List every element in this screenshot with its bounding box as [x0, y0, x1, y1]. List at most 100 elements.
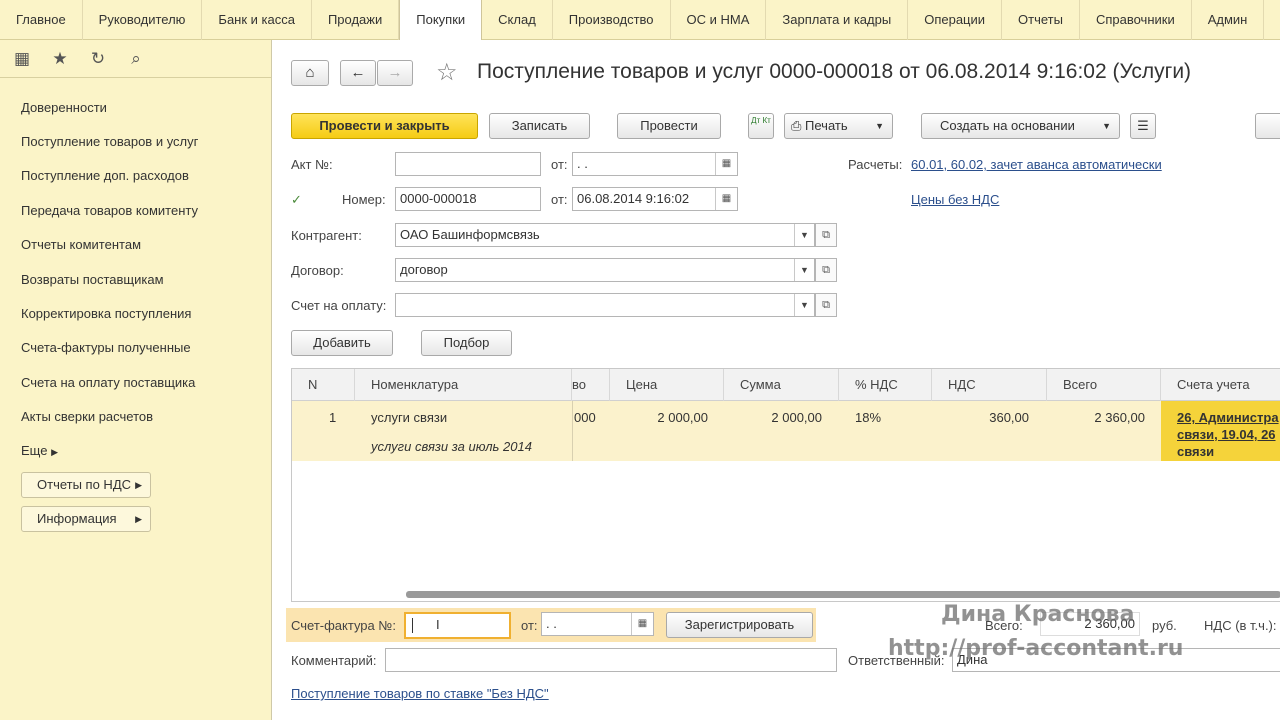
sidebar-item-invoices-received[interactable]: Счета-фактуры полученные: [21, 340, 191, 355]
save-button[interactable]: Записать: [489, 113, 590, 139]
menu-purchases[interactable]: Покупки: [399, 0, 483, 40]
open-contract-button[interactable]: ⧉: [815, 258, 837, 282]
page-title: Поступление товаров и услуг 0000-000018 …: [477, 60, 1192, 83]
document-icon: ☰: [1137, 118, 1149, 133]
back-button[interactable]: ←: [340, 60, 376, 86]
row-vat[interactable]: 360,00: [932, 410, 1029, 425]
act-date-label: от:: [551, 157, 568, 172]
row-sum[interactable]: 2 000,00: [724, 410, 822, 425]
settlements-link[interactable]: 60.01, 60.02, зачет аванса автоматически: [911, 157, 1162, 172]
no-vat-receipt-link[interactable]: Поступление товаров по ставке "Без НДС": [291, 686, 549, 701]
calendar-icon[interactable]: ▦: [715, 153, 737, 175]
payment-invoice-input[interactable]: ▼: [395, 293, 815, 317]
add-row-button[interactable]: Добавить: [291, 330, 393, 356]
row-item-description[interactable]: услуги связи за июль 2014: [371, 439, 532, 454]
act-date-input[interactable]: . . ▦: [572, 152, 738, 176]
horizontal-scrollbar[interactable]: [406, 591, 1280, 598]
comment-input[interactable]: [385, 648, 837, 672]
more-actions-button[interactable]: [1255, 113, 1280, 139]
col-nomenclature[interactable]: Номенклатура: [355, 369, 572, 401]
col-quantity[interactable]: во: [572, 369, 610, 401]
menu-reports[interactable]: Отчеты: [1002, 0, 1080, 40]
chevron-down-icon[interactable]: ▼: [794, 294, 814, 316]
post-button[interactable]: Провести: [617, 113, 721, 139]
history-icon[interactable]: ↻: [88, 49, 108, 69]
dt-kt-button[interactable]: Дт Кт: [748, 113, 774, 139]
open-payment-invoice-button[interactable]: ⧉: [815, 293, 837, 317]
sidebar-item-supplier-bills[interactable]: Счета на оплату поставщика: [21, 375, 195, 390]
prices-without-vat-link[interactable]: Цены без НДС: [911, 192, 999, 207]
col-sum[interactable]: Сумма: [724, 369, 839, 401]
payment-invoice-label: Счет на оплату:: [291, 298, 387, 313]
grid-icon[interactable]: ▦: [12, 49, 32, 69]
menu-fixed-assets[interactable]: ОС и НМА: [671, 0, 767, 40]
menu-catalogs[interactable]: Справочники: [1080, 0, 1192, 40]
contract-input[interactable]: договор ▼: [395, 258, 815, 282]
row-accounts-line-1: 26, Администра: [1177, 410, 1279, 425]
post-and-close-button[interactable]: Провести и закрыть: [291, 113, 478, 139]
forward-button[interactable]: →: [377, 60, 413, 86]
col-price[interactable]: Цена: [610, 369, 724, 401]
row-vat-rate[interactable]: 18%: [855, 410, 881, 425]
contractor-input[interactable]: ОАО Башинформсвязь ▼: [395, 223, 815, 247]
menu-warehouse[interactable]: Склад: [482, 0, 553, 40]
sidebar-item-goods-receipt[interactable]: Поступление товаров и услуг: [21, 134, 198, 149]
chevron-down-icon: ▼: [1102, 121, 1111, 131]
home-button[interactable]: ⌂: [291, 60, 329, 86]
home-icon: ⌂: [305, 64, 315, 81]
sidebar-item-proxies[interactable]: Доверенности: [21, 100, 107, 115]
menu-production[interactable]: Производство: [553, 0, 671, 40]
act-date-value: . .: [577, 156, 588, 171]
menu-admin[interactable]: Админ: [1192, 0, 1265, 40]
chevron-down-icon[interactable]: ▼: [794, 259, 814, 281]
calendar-icon[interactable]: ▦: [631, 613, 653, 635]
menu-manager[interactable]: Руководителю: [83, 0, 203, 40]
row-total[interactable]: 2 360,00: [1047, 410, 1145, 425]
col-vat[interactable]: НДС: [932, 369, 1047, 401]
sidebar-item-more[interactable]: Еще ▶: [21, 443, 58, 458]
chevron-down-icon[interactable]: ▼: [794, 224, 814, 246]
doc-date-input[interactable]: 06.08.2014 9:16:02 ▦: [572, 187, 738, 211]
invoice-number-input[interactable]: I: [404, 612, 511, 639]
menu-main[interactable]: Главное: [0, 0, 83, 40]
row-quantity[interactable]: 000: [574, 410, 596, 425]
info-button[interactable]: Информация ▶: [21, 506, 151, 532]
invoice-number-label: Счет-фактура №:: [291, 618, 396, 633]
calendar-icon[interactable]: ▦: [715, 188, 737, 210]
create-based-on-button[interactable]: Создать на основании ▼: [921, 113, 1120, 139]
row-accounts-cell[interactable]: 26, Администра связи, 19.04, 26 связи: [1161, 401, 1280, 461]
star-icon[interactable]: ★: [50, 49, 70, 69]
column-divider: [572, 401, 573, 461]
sidebar-item-receipt-adjustment[interactable]: Корректировка поступления: [21, 306, 191, 321]
sidebar-item-returns[interactable]: Возвраты поставщикам: [21, 272, 164, 287]
favorite-star-icon[interactable]: ☆: [436, 58, 458, 87]
table-row[interactable]: 1 услуги связи услуги связи за июль 2014…: [292, 401, 1280, 461]
vat-reports-button[interactable]: Отчеты по НДС ▶: [21, 472, 151, 498]
register-button[interactable]: Зарегистрировать: [666, 612, 813, 638]
print-button[interactable]: ⎙ Печать ▼: [784, 113, 893, 139]
menu-salary[interactable]: Зарплата и кадры: [766, 0, 909, 40]
act-number-input[interactable]: [395, 152, 541, 176]
open-icon: ⧉: [822, 229, 830, 241]
number-input[interactable]: 0000-000018: [395, 187, 541, 211]
sidebar-item-extra-costs[interactable]: Поступление доп. расходов: [21, 168, 189, 183]
menu-operations[interactable]: Операции: [908, 0, 1003, 40]
row-price[interactable]: 2 000,00: [610, 410, 708, 425]
sidebar-item-commissioner-reports[interactable]: Отчеты комитентам: [21, 237, 141, 252]
search-icon[interactable]: ⌕: [126, 49, 146, 69]
col-accounts[interactable]: Счета учета: [1161, 369, 1280, 401]
invoice-date-input[interactable]: . . ▦: [541, 612, 654, 636]
menu-bank[interactable]: Банк и касса: [202, 0, 312, 40]
arrow-left-icon: ←: [350, 64, 366, 81]
col-n[interactable]: N: [292, 369, 355, 401]
pick-button[interactable]: Подбор: [421, 330, 512, 356]
row-item[interactable]: услуги связи: [371, 410, 447, 425]
col-vat-rate[interactable]: % НДС: [839, 369, 932, 401]
sidebar-item-reconciliation[interactable]: Акты сверки расчетов: [21, 409, 153, 424]
sidebar-item-transfer-commissioner[interactable]: Передача товаров комитенту: [21, 203, 198, 218]
col-total[interactable]: Всего: [1047, 369, 1161, 401]
chevron-right-icon: ▶: [51, 447, 58, 457]
structure-button[interactable]: ☰: [1130, 113, 1156, 139]
menu-sales[interactable]: Продажи: [312, 0, 400, 40]
open-contractor-button[interactable]: ⧉: [815, 223, 837, 247]
